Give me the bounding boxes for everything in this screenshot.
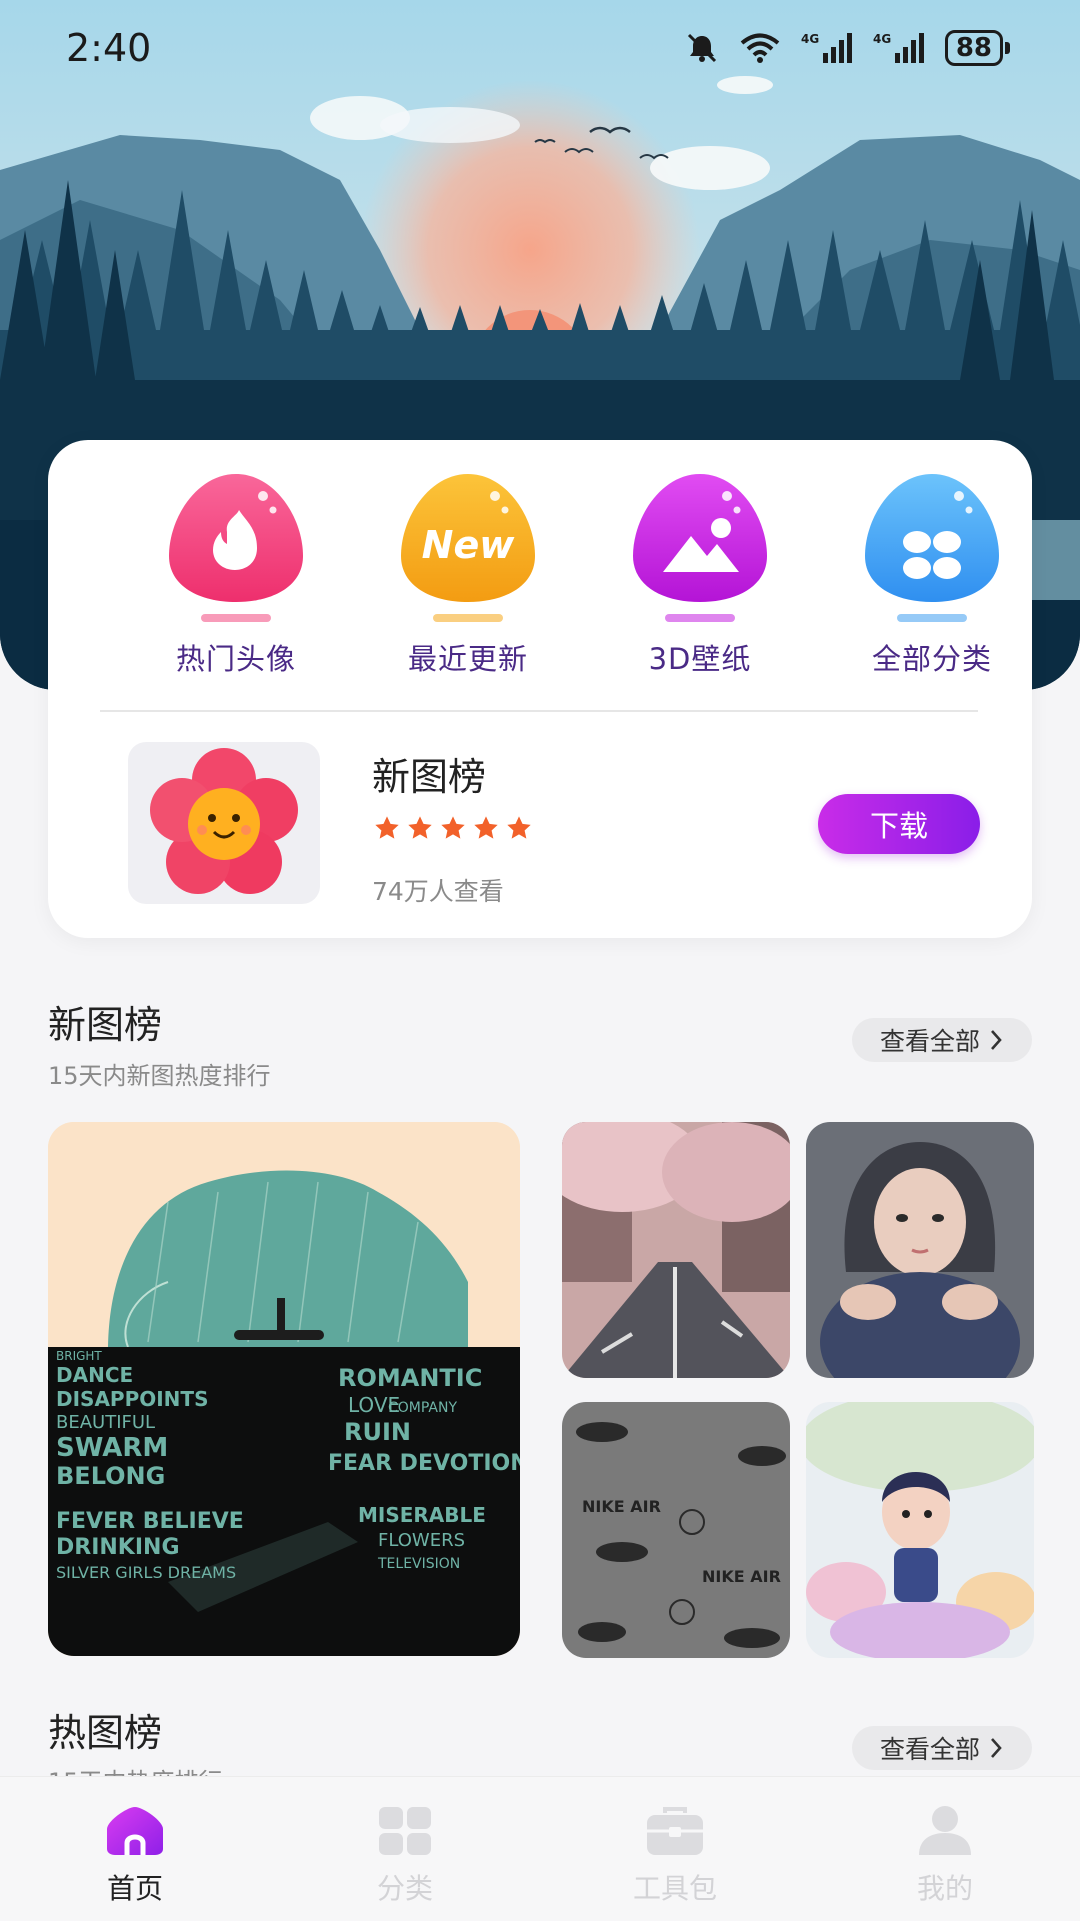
silhouette-artwork: BRIGHT DANCE DISAPPOINTS BEAUTIFUL SWARM… xyxy=(48,1122,520,1656)
wallpaper-thumb-silhouette[interactable]: BRIGHT DANCE DISAPPOINTS BEAUTIFUL SWARM… xyxy=(48,1122,520,1656)
svg-text:BEAUTIFUL: BEAUTIFUL xyxy=(56,1412,155,1433)
star-icon xyxy=(408,816,432,839)
star-icon xyxy=(507,816,531,839)
toolbox-icon xyxy=(647,1807,703,1855)
svg-text:DRINKING: DRINKING xyxy=(56,1535,180,1560)
svg-text:4G: 4G xyxy=(873,32,891,46)
wifi-icon xyxy=(739,32,781,64)
wallpaper-thumb-cherry-street[interactable] xyxy=(562,1122,790,1378)
section-title-new: 新图榜 xyxy=(48,1003,163,1047)
download-button[interactable]: 下载 xyxy=(818,794,980,854)
app-name: 新图榜 xyxy=(372,755,487,799)
section-subtitle-new: 15天内新图热度排行 xyxy=(48,1062,271,1090)
svg-text:FEVER BELIEVE: FEVER BELIEVE xyxy=(56,1509,244,1534)
svg-text:SWARM: SWARM xyxy=(56,1433,168,1463)
svg-text:SILVER GIRLS DREAMS: SILVER GIRLS DREAMS xyxy=(56,1563,236,1582)
status-time: 2:40 xyxy=(66,26,152,70)
app-icon-flower[interactable] xyxy=(128,742,320,904)
flame-icon xyxy=(165,470,307,606)
home-icon xyxy=(107,1807,163,1855)
see-all-label: 查看全部 xyxy=(879,1735,980,1764)
nav-tab-profile[interactable]: 我的 xyxy=(875,1805,1015,1907)
mountain-image-icon xyxy=(629,470,771,606)
svg-text:New: New xyxy=(422,523,516,567)
svg-text:4G: 4G xyxy=(801,32,819,46)
battery-icon: 88 xyxy=(944,30,1010,66)
category-label: 全部分类 xyxy=(871,642,992,676)
svg-text:MISERABLE: MISERABLE xyxy=(358,1503,486,1527)
svg-text:DANCE: DANCE xyxy=(56,1363,133,1387)
category-label: 3D壁纸 xyxy=(648,642,752,676)
svg-text:NIKE AIR: NIKE AIR xyxy=(702,1567,781,1586)
signal-4g-icon-1: 4G xyxy=(801,31,853,65)
svg-text:TELEVISION: TELEVISION xyxy=(377,1556,460,1572)
nav-tab-category[interactable]: 分类 xyxy=(335,1805,475,1907)
card-divider xyxy=(100,710,978,712)
star-icon xyxy=(441,816,465,839)
battery-level: 88 xyxy=(944,30,1003,66)
mute-bell-icon xyxy=(685,31,719,65)
category-all[interactable]: 全部分类 xyxy=(842,470,1022,676)
category-recent-updates[interactable]: New 最近更新 xyxy=(378,470,558,676)
see-all-label: 查看全部 xyxy=(879,1027,980,1056)
svg-text:FLOWERS: FLOWERS xyxy=(378,1530,465,1551)
nav-label: 首页 xyxy=(106,1872,163,1905)
signal-4g-icon-2: 4G xyxy=(873,31,925,65)
chevron-right-icon xyxy=(991,1738,1002,1758)
see-all-button-new[interactable]: 查看全部 xyxy=(852,1018,1032,1062)
svg-text:NIKE AIR: NIKE AIR xyxy=(582,1497,661,1516)
new-badge-icon: New xyxy=(397,470,539,606)
view-count: 74万人查看 xyxy=(372,877,504,906)
chevron-right-icon xyxy=(991,1030,1002,1050)
see-all-button-hot[interactable]: 查看全部 xyxy=(852,1726,1032,1770)
profile-icon xyxy=(919,1806,971,1855)
wallpaper-thumb-cartoon-flowers[interactable] xyxy=(806,1402,1034,1658)
svg-text:FEAR DEVOTION: FEAR DEVOTION xyxy=(328,1451,520,1476)
category-grid-icon xyxy=(379,1807,431,1855)
bottom-navigation: 首页 分类 工具包 我的 xyxy=(0,1776,1080,1921)
svg-text:DISAPPOINTS: DISAPPOINTS xyxy=(56,1387,208,1411)
status-bar: 2:40 4G 4G 88 xyxy=(0,0,1080,100)
nav-tab-toolbox[interactable]: 工具包 xyxy=(605,1805,745,1907)
category-shortcuts: 热门头像 New 最近更新 3D壁纸 全部分类 xyxy=(48,470,1032,676)
category-3d-wallpaper[interactable]: 3D壁纸 xyxy=(610,470,790,676)
star-icon xyxy=(474,816,498,839)
nav-label: 分类 xyxy=(376,1872,433,1905)
svg-text:BRIGHT: BRIGHT xyxy=(56,1349,102,1363)
category-label: 热门头像 xyxy=(175,642,296,676)
wallpaper-thumb-girl-portrait[interactable] xyxy=(806,1122,1034,1378)
category-label: 最近更新 xyxy=(407,642,528,676)
rating-stars xyxy=(372,814,534,842)
section-title-hot: 热图榜 xyxy=(48,1711,163,1755)
svg-text:RUIN: RUIN xyxy=(344,1418,411,1446)
svg-text:COMPANY: COMPANY xyxy=(388,1400,457,1416)
nav-tab-home[interactable]: 首页 xyxy=(65,1805,205,1907)
grid-dots-icon xyxy=(861,470,1003,606)
category-hot-avatars[interactable]: 热门头像 xyxy=(146,470,326,676)
svg-text:ROMANTIC: ROMANTIC xyxy=(338,1364,482,1392)
nav-label: 我的 xyxy=(916,1872,973,1905)
wallpaper-thumb-nike-pattern[interactable]: NIKE AIR NIKE AIR xyxy=(562,1402,790,1658)
star-icon xyxy=(375,816,399,839)
nav-label: 工具包 xyxy=(632,1872,717,1905)
quick-access-card: 热门头像 New 最近更新 3D壁纸 全部分类 新图榜 74万人查看 下载 xyxy=(48,440,1032,938)
svg-text:BELONG: BELONG xyxy=(56,1462,165,1490)
